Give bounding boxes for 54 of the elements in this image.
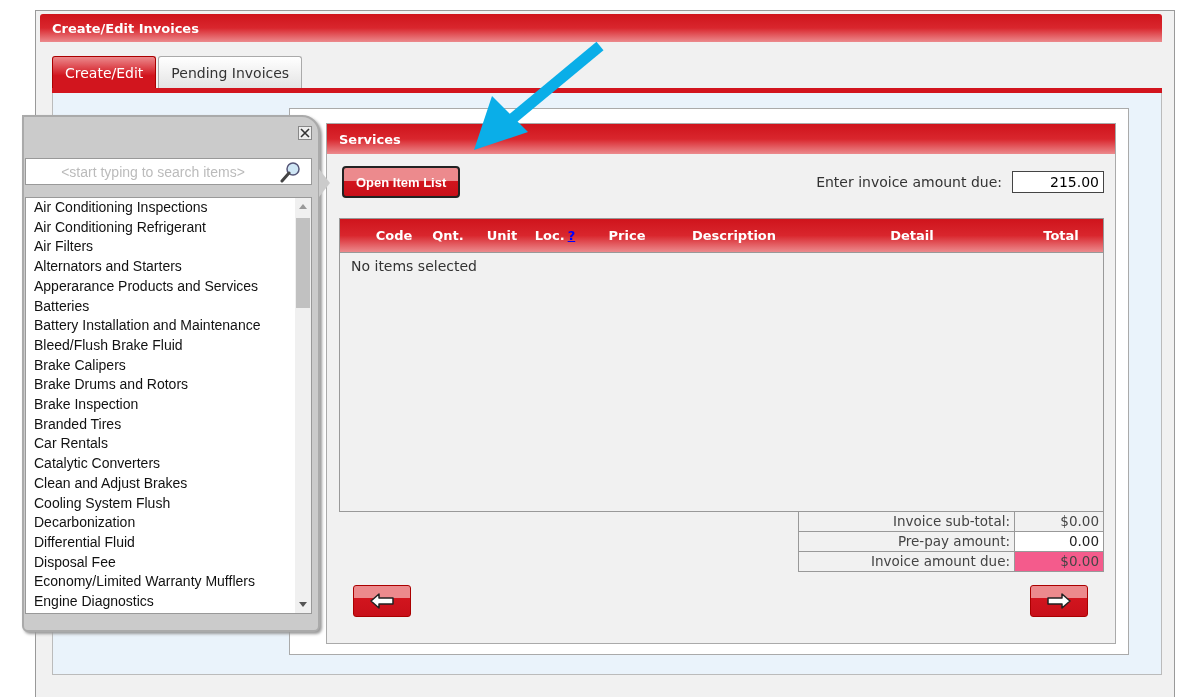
total-label: Invoice amount due: [798, 552, 1015, 572]
column-header: Loc. ? [533, 228, 577, 243]
window-title: Create/Edit Invoices [40, 14, 1162, 42]
close-icon [300, 128, 310, 138]
column-header: Qnt. [431, 228, 465, 243]
list-item[interactable]: Engine Diagnostics [34, 592, 295, 612]
close-button[interactable] [298, 126, 312, 140]
list-item[interactable]: Air Conditioning Inspections [34, 198, 295, 218]
column-header: Description [690, 228, 778, 243]
prepay-field[interactable]: 0.00 [1015, 532, 1104, 552]
list-item[interactable]: Catalytic Converters [34, 454, 295, 474]
list-item[interactable]: Economy/Limited Warranty Mufflers [34, 572, 295, 593]
list-item[interactable]: Clean and Adjust Brakes [34, 473, 295, 494]
scrollbar[interactable] [295, 198, 311, 613]
list-item[interactable]: Cooling System Flush [34, 493, 295, 514]
list-item[interactable]: Apperarance Products and Services [34, 276, 295, 297]
list-item[interactable]: Alternators and Starters [34, 257, 295, 277]
scroll-down-icon[interactable] [299, 602, 307, 607]
left-arrow-icon [369, 591, 395, 611]
list-item[interactable]: Bleed/Flush Brake Fluid [34, 335, 295, 356]
list-item[interactable]: Brake Drums and Rotors [34, 375, 295, 396]
scroll-thumb[interactable] [296, 218, 310, 308]
item-list[interactable] [25, 197, 312, 614]
total-label: Pre-pay amount: [798, 532, 1015, 552]
next-button[interactable] [1030, 585, 1088, 617]
list-item[interactable]: Brake Inspection [34, 395, 295, 415]
list-item[interactable]: Branded Tires [34, 414, 295, 435]
column-header: Code [374, 228, 414, 243]
amount-field[interactable]: 215.00 [1012, 171, 1104, 193]
search-icon [280, 160, 302, 183]
right-arrow-icon [1046, 591, 1072, 611]
list-item[interactable]: Air Conditioning Refrigerant [34, 217, 295, 238]
list-item[interactable]: Air Filters [34, 237, 295, 258]
field-label: Enter invoice amount due: [816, 174, 1002, 190]
list-item[interactable]: Decarbonization [34, 513, 295, 533]
column-header: Total [1042, 228, 1080, 243]
list-item[interactable]: Battery Installation and Maintenance [34, 316, 295, 336]
column-header: Detail [889, 228, 935, 243]
total-label: Invoice sub-total: [798, 512, 1015, 532]
tab[interactable]: Create/Edit [52, 56, 157, 88]
list-item[interactable]: Disposal Fee [34, 552, 295, 573]
list-item[interactable]: Batteries [34, 296, 295, 317]
list-item[interactable]: Differential Fluid [34, 532, 295, 553]
column-header: Price [607, 228, 647, 243]
panel-title: Services [327, 124, 1115, 154]
back-button[interactable] [353, 585, 411, 617]
list-item[interactable]: Car Rentals [34, 434, 295, 455]
open-item-list-button[interactable]: Open Item List [342, 166, 461, 198]
tab[interactable]: Pending Invoices [158, 56, 303, 88]
empty-message: No items selected [351, 258, 477, 274]
total-value: $0.00 [1015, 552, 1104, 572]
list-item[interactable]: Brake Calipers [34, 355, 295, 376]
search-field[interactable]: <start typing to search items> [25, 158, 312, 185]
column-header: Unit [485, 228, 519, 243]
